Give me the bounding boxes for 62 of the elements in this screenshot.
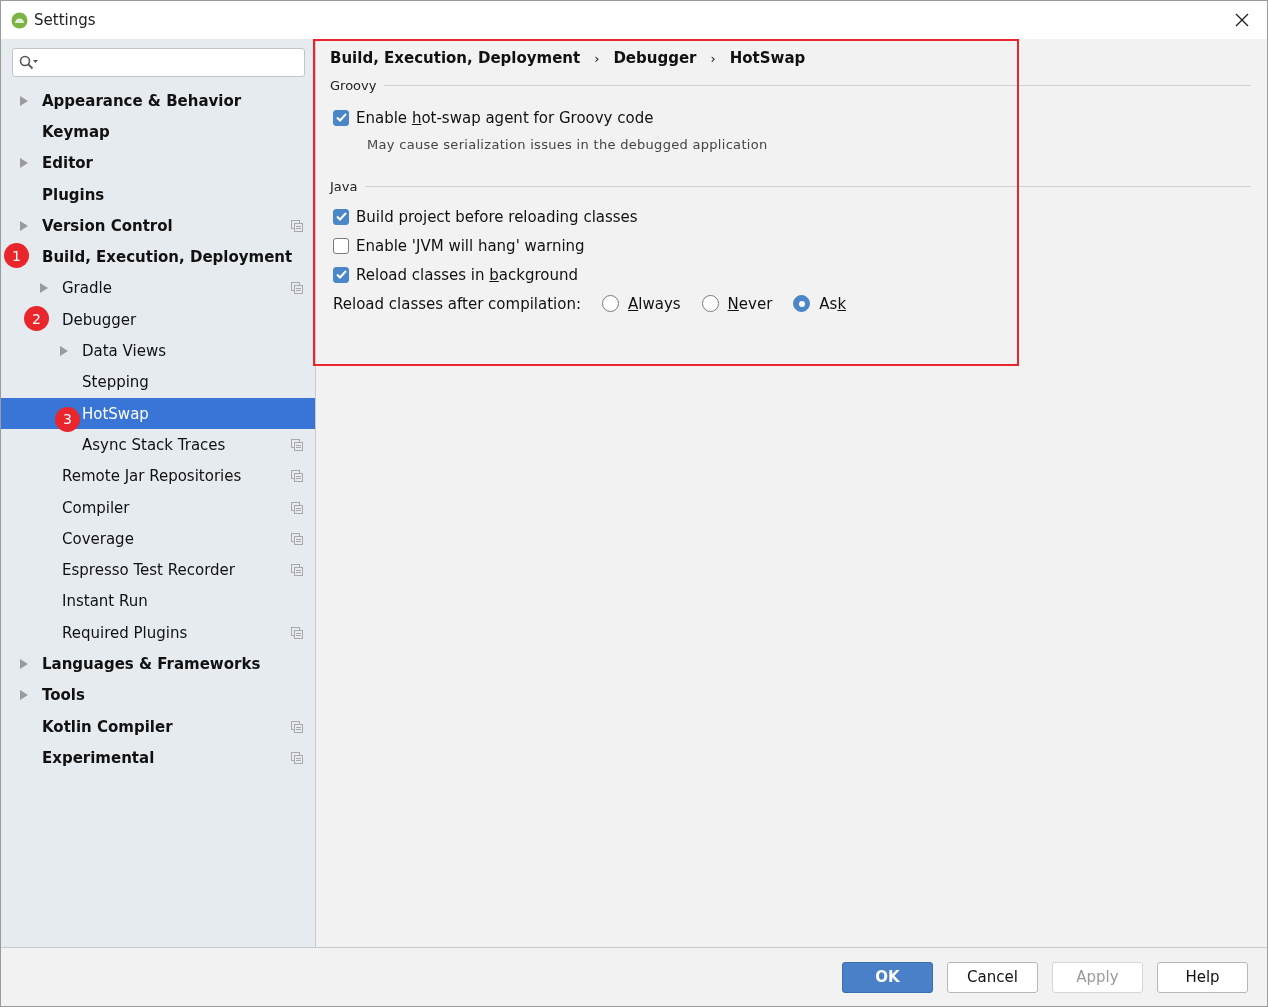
tree-item[interactable]: Required Plugins [62,623,188,642]
tree-item[interactable]: Debugger [62,310,137,329]
collapsed-arrow-icon[interactable] [19,659,29,669]
search-field[interactable] [12,48,305,77]
breadcrumb-separator: › [710,50,716,66]
tree-item[interactable]: Instant Run [62,592,148,611]
tree-item[interactable]: Tools [42,686,85,705]
hint-text: May cause serialization issues in the debugged application [366,135,769,154]
android-logo-icon [11,11,28,29]
collapsed-arrow-icon[interactable] [59,346,69,356]
collapsed-arrow-icon[interactable] [19,158,29,169]
radio-label[interactable]: Always [628,294,681,313]
dialog-button[interactable]: Cancel [947,961,1038,993]
tree-item[interactable]: Appearance & Behavior [42,91,242,110]
radio-label[interactable]: Never [727,294,773,313]
checkbox-label[interactable]: Enable hot-swap agent for Groovy code [356,108,654,127]
tree-item[interactable]: Version Control [42,216,173,235]
collapsed-arrow-icon[interactable] [19,220,29,231]
tree-item[interactable]: Kotlin Compiler [42,717,173,736]
tree-item[interactable]: Languages & Frameworks [42,655,261,673]
checkbox[interactable] [333,237,349,254]
breadcrumb-item: HotSwap [729,49,806,67]
tree-item[interactable]: Remote Jar Repositories [62,467,242,486]
dialog-button[interactable]: OK [842,961,933,993]
tree-item[interactable]: Experimental [42,748,155,767]
tree-item[interactable]: Data Views [82,342,166,360]
checkbox[interactable] [333,266,349,283]
radio-button[interactable] [701,295,719,312]
tree-item[interactable]: HotSwap [82,404,149,423]
section-title: Groovy [330,77,377,93]
radio-group-label: Reload classes after compilation: [333,294,581,313]
tree-item[interactable]: Coverage [62,529,134,548]
checkbox[interactable] [333,208,349,225]
checkbox-label[interactable]: Reload classes in background [356,265,579,284]
dialog-button[interactable]: Help [1157,961,1248,993]
window-title: Settings [34,11,97,29]
breadcrumb-separator: › [594,50,600,66]
step-number-badge: 1 [4,243,29,269]
collapsed-arrow-icon[interactable] [39,283,49,294]
close-icon [1235,13,1249,27]
radio-button[interactable] [793,295,811,312]
checkbox[interactable] [333,109,349,126]
tree-item[interactable]: Build, Execution, Deployment [42,248,293,267]
tree-item[interactable]: Plugins [42,185,105,204]
breadcrumb-item: Debugger [613,49,697,67]
tree-item[interactable]: Async Stack Traces [82,435,226,454]
checkbox-label[interactable]: Enable 'JVM will hang' warning [356,236,585,255]
tree-item[interactable]: Stepping [82,373,149,392]
search-icon [19,54,39,71]
collapsed-arrow-icon[interactable] [19,690,29,701]
radio-label[interactable]: Ask [819,294,847,313]
radio-button[interactable] [602,295,619,312]
tree-item[interactable]: Editor [42,154,93,173]
checkbox-label[interactable]: Build project before reloading classes [356,207,638,226]
step-number-badge: 2 [24,306,49,332]
breadcrumb-item: Build, Execution, Deployment [330,49,581,67]
tree-item[interactable]: Espresso Test Recorder [62,561,235,580]
tree-item[interactable]: Gradle [62,279,112,298]
section-title: Java [330,178,358,194]
tree-item[interactable]: Compiler [62,498,130,517]
collapsed-arrow-icon[interactable] [19,95,29,106]
tree-item[interactable]: Keymap [42,122,110,141]
